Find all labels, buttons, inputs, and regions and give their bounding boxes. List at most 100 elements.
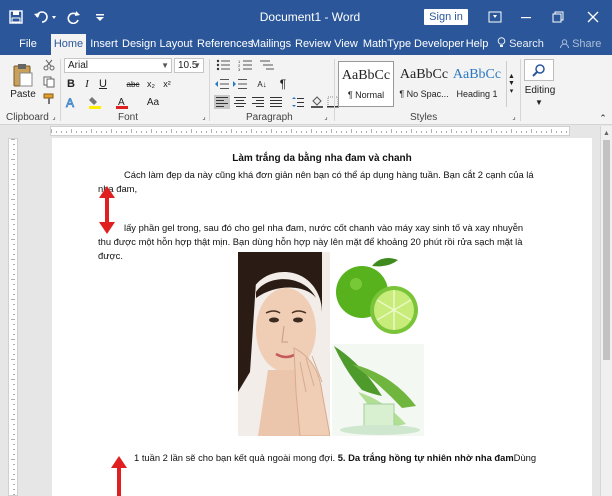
editing-button[interactable]: Editing [520, 83, 560, 97]
vertical-ruler[interactable] [8, 138, 18, 496]
decrease-indent-icon[interactable] [214, 77, 230, 91]
numbering-icon[interactable]: 123 [236, 58, 254, 72]
search-label: Search [509, 38, 544, 50]
tab-design[interactable]: Design [122, 34, 156, 55]
tell-me-search[interactable]: Search [497, 34, 544, 55]
copy-icon[interactable] [42, 75, 56, 89]
clipboard-launcher-icon[interactable]: ⌟ [50, 113, 58, 121]
style-normal[interactable]: AaBbCc ¶ Normal [338, 61, 394, 107]
vertical-scrollbar[interactable]: ▲ [600, 126, 612, 496]
superscript-button[interactable]: x² [160, 77, 174, 91]
ruler-tick [13, 289, 15, 290]
ruler-tick [91, 129, 92, 133]
align-right-icon[interactable] [250, 95, 266, 109]
tab-review[interactable]: Review [295, 34, 331, 55]
tab-mathtype[interactable]: MathType [362, 34, 412, 55]
bold-button[interactable]: B [64, 77, 78, 91]
line-spacing-icon[interactable] [290, 95, 306, 109]
ruler-tick [436, 131, 437, 133]
chevron-up-icon: ▲ [508, 73, 515, 80]
ruler-tick [376, 131, 377, 133]
font-size-select[interactable]: 10.5 ▼ [174, 58, 204, 73]
tab-insert[interactable]: Insert [88, 34, 120, 55]
ruler-tick [351, 129, 352, 133]
window-title: Document1 - Word [259, 10, 361, 24]
subscript-button[interactable]: x₂ [144, 77, 158, 91]
ruler-tick [456, 131, 457, 133]
styles-scroll[interactable]: ▲ ▼ ▾ [506, 61, 516, 107]
font-name-select[interactable]: Arial ▼ [64, 58, 172, 73]
ruler-tick [141, 131, 142, 133]
tab-references[interactable]: References [197, 34, 253, 55]
customize-qat-icon[interactable] [92, 8, 108, 26]
chevron-up-icon[interactable]: ▲ [603, 130, 610, 137]
ruler-tick [13, 264, 15, 265]
tab-mailings[interactable]: Mailings [250, 34, 292, 55]
restore-icon[interactable] [546, 8, 570, 26]
style-no-spacing[interactable]: AaBbCc ¶ No Spac... [396, 61, 452, 107]
horizontal-ruler[interactable] [50, 126, 570, 136]
strikethrough-button[interactable]: abc [126, 77, 140, 91]
tab-help[interactable]: Help [464, 34, 490, 55]
ruler-tick [13, 414, 15, 415]
font-launcher-icon[interactable]: ⌟ [200, 113, 208, 121]
ruler-tick [181, 131, 182, 133]
paragraph-launcher-icon[interactable]: ⌟ [322, 113, 330, 121]
ruler-tick [171, 129, 172, 133]
shading-icon[interactable] [310, 95, 324, 109]
ruler-tick [116, 131, 117, 133]
show-formatting-icon[interactable]: ¶ [276, 77, 290, 91]
ruler-tick [13, 224, 15, 225]
share-button[interactable]: Share [560, 34, 601, 55]
text-effects-icon[interactable]: A [64, 95, 78, 109]
bullets-icon[interactable] [214, 58, 232, 72]
tab-home[interactable]: Home [51, 34, 86, 55]
multilevel-list-icon[interactable] [258, 58, 276, 72]
paste-button[interactable]: Paste [8, 59, 38, 103]
save-icon[interactable] [6, 8, 26, 26]
format-painter-icon[interactable] [42, 92, 56, 106]
tab-view[interactable]: View [333, 34, 359, 55]
ruler-tick [251, 129, 252, 133]
ruler-tick [156, 131, 157, 133]
ruler-tick [13, 424, 15, 425]
change-case-button[interactable]: Aa [142, 95, 164, 109]
underline-button[interactable]: U [96, 77, 110, 91]
chevron-down-icon: ▼ [161, 61, 169, 70]
italic-button[interactable]: I [80, 77, 94, 91]
find-icon[interactable] [524, 59, 554, 81]
ruler-tick [11, 279, 15, 280]
justify-icon[interactable] [268, 95, 284, 109]
ruler-tick [316, 131, 317, 133]
ribbon-display-options-icon[interactable] [484, 8, 506, 26]
chevron-down-icon[interactable]: ▼ [534, 97, 544, 107]
close-icon[interactable] [580, 8, 606, 26]
cut-icon[interactable] [42, 58, 56, 72]
styles-launcher-icon[interactable]: ⌟ [510, 113, 518, 121]
collapse-ribbon-icon[interactable]: ⌃ [598, 113, 608, 123]
ruler-tick [426, 131, 427, 133]
redo-icon[interactable] [64, 8, 84, 26]
scroll-thumb[interactable] [603, 140, 610, 360]
tab-developer[interactable]: Developer [414, 34, 464, 55]
minimize-icon[interactable] [514, 8, 538, 26]
ruler-tick [13, 484, 15, 485]
ruler-tick [13, 209, 15, 210]
tab-file[interactable]: File [14, 34, 42, 55]
style-heading-1[interactable]: AaBbCc Heading 1 [452, 61, 502, 107]
tab-layout[interactable]: Layout [159, 34, 193, 55]
undo-icon[interactable] [32, 8, 62, 26]
align-left-icon[interactable] [214, 95, 230, 109]
align-center-icon[interactable] [232, 95, 248, 109]
ruler-tick [13, 204, 15, 205]
ruler-tick [466, 131, 467, 133]
sort-icon[interactable]: A↓ [254, 77, 270, 91]
sign-in-button[interactable]: Sign in [424, 9, 468, 25]
highlight-color-icon[interactable] [88, 95, 108, 109]
ruler-tick [311, 129, 312, 133]
ruler-tick [13, 304, 15, 305]
increase-indent-icon[interactable] [232, 77, 248, 91]
font-color-icon[interactable]: A [114, 95, 132, 109]
ruler-tick [13, 429, 15, 430]
document-page[interactable]: Làm trắng da bằng nha đam và chanh Cách … [52, 138, 592, 496]
